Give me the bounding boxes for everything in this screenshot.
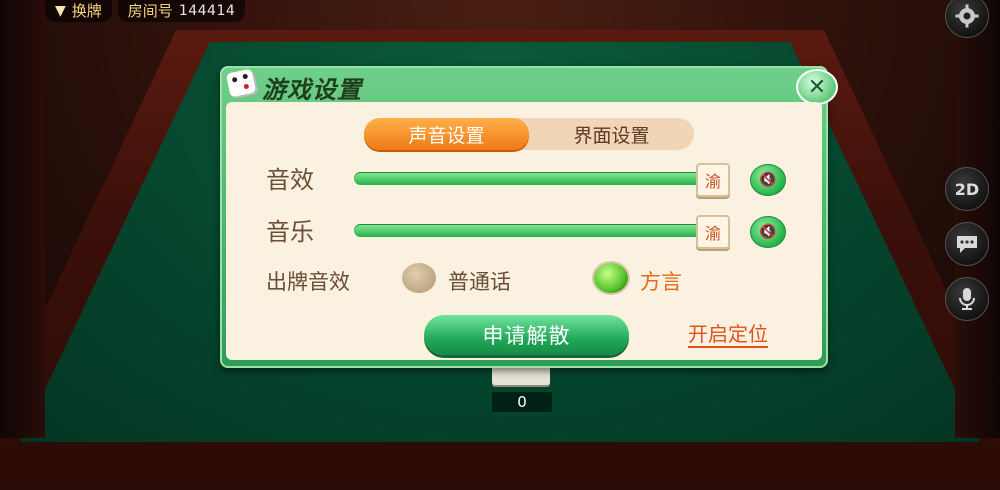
music-slider-knob[interactable]: 渝 (696, 215, 730, 249)
mandarin-radio[interactable] (402, 263, 436, 293)
music-slider-fill (354, 224, 712, 237)
dialect-radio[interactable] (594, 263, 628, 293)
gear-icon (955, 4, 979, 28)
tab-interface-settings[interactable]: 界面设置 (529, 118, 694, 150)
chevron-down-icon: ▼ (55, 3, 66, 19)
microphone-icon (959, 288, 975, 310)
view-2d-label: 2D (954, 179, 980, 199)
tile-counter: 0 (492, 392, 552, 412)
close-icon: ✕ (807, 74, 827, 100)
sound-effect-slider-knob[interactable]: 渝 (696, 163, 730, 197)
card-voice-label: 出牌音效 (266, 270, 350, 294)
settings-dialog: 游戏设置 ✕ 声音设置 界面设置 音效 渝 🔇 音乐 渝 🔇 出牌音效 普通话 … (220, 66, 838, 368)
sound-effect-slider-fill (354, 172, 712, 185)
dialog-title: 游戏设置 (262, 76, 362, 104)
table-tile (492, 365, 550, 385)
enable-location-link[interactable]: 开启定位 (688, 322, 768, 348)
swap-label: 换牌 (71, 2, 102, 20)
dissolve-room-button[interactable]: 申请解散 (424, 315, 629, 355)
left-shadow (0, 0, 45, 438)
dialect-label[interactable]: 方言 (640, 266, 682, 296)
view-2d-button[interactable]: 2D (945, 167, 989, 211)
room-info: 房间号 144414 (117, 0, 246, 22)
dialog-body: 声音设置 界面设置 音效 渝 🔇 音乐 渝 🔇 出牌音效 普通话 方言 申请解散… (226, 102, 822, 360)
room-number: 144414 (178, 3, 236, 19)
music-label: 音乐 (266, 218, 314, 246)
speaker-mute-icon: 🔇 (759, 172, 777, 188)
mandarin-label[interactable]: 普通话 (448, 266, 511, 296)
top-bar: ▼ 换牌 房间号 144414 (45, 0, 246, 22)
music-mute-button[interactable]: 🔇 (750, 216, 786, 248)
tab-sound-settings[interactable]: 声音设置 (364, 118, 529, 150)
sound-effect-slider[interactable]: 渝 (354, 163, 730, 197)
sound-effect-mute-button[interactable]: 🔇 (750, 164, 786, 196)
voice-button[interactable] (945, 277, 989, 321)
chat-button[interactable] (945, 222, 989, 266)
sound-effect-label: 音效 (266, 166, 314, 194)
close-button[interactable]: ✕ (796, 69, 838, 105)
room-label: 房间号 (127, 2, 173, 20)
music-slider[interactable]: 渝 (354, 215, 730, 249)
right-shadow (955, 0, 1000, 438)
swap-tiles-button[interactable]: ▼ 换牌 (45, 0, 112, 22)
settings-tabs: 声音设置 界面设置 (364, 118, 694, 150)
dice-icon (225, 68, 257, 98)
speaker-mute-icon: 🔇 (759, 224, 777, 240)
chat-bubble-icon (957, 236, 977, 253)
